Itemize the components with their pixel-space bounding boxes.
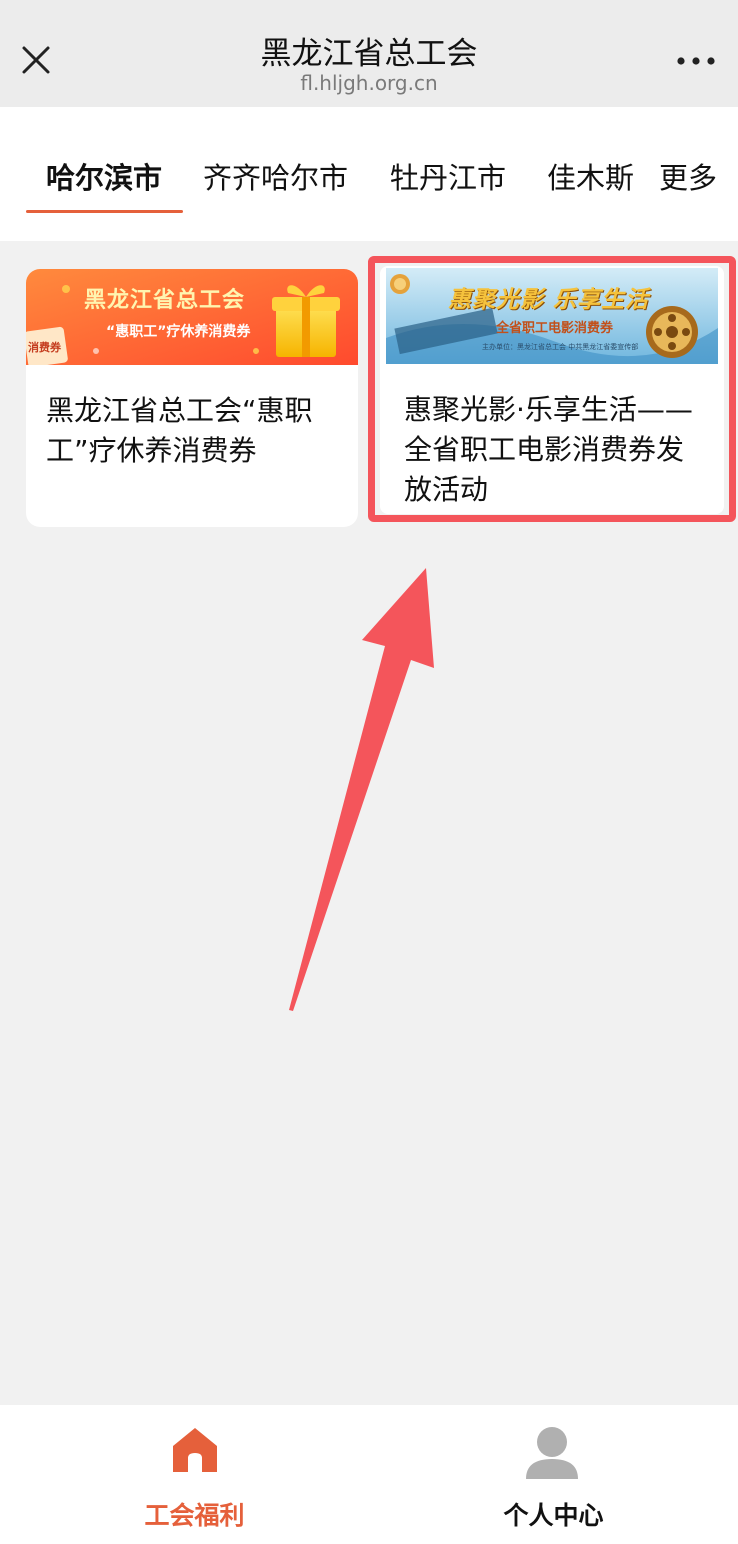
- card-banner-image: 惠聚光影 乐享生活 全省职工电影消费券 主办单位：黑龙江省总工会 中共黑龙江省委…: [386, 268, 718, 364]
- page-url: fl.hljgh.org.cn: [300, 71, 438, 95]
- card-banner-image: 黑龙江省总工会 “惠职工”疗休养消费券 消费券: [26, 269, 358, 365]
- tab-more[interactable]: 更多: [659, 155, 717, 197]
- page-title: 黑龙江省总工会: [260, 36, 478, 72]
- nav-home-label: 工会福利: [144, 1501, 245, 1530]
- banner-subtitle: “惠职工”疗休养消费券: [106, 324, 251, 340]
- more-button[interactable]: [676, 46, 716, 76]
- active-tab-indicator: [26, 210, 183, 213]
- nav-profile-label: 个人中心: [503, 1501, 604, 1530]
- card-title: 惠聚光影·乐享生活——全省职工电影消费券发放活动: [404, 393, 693, 506]
- city-tabs: 哈尔滨市 齐齐哈尔市 牡丹江市 佳木斯 更多: [0, 107, 738, 241]
- user-avatar-icon: [525, 1427, 578, 1479]
- tab-qiqihar[interactable]: 齐齐哈尔市: [203, 155, 348, 197]
- benefit-card-movie-voucher[interactable]: 惠聚光影 乐享生活 全省职工电影消费券 主办单位：黑龙江省总工会 中共黑龙江省委…: [380, 266, 724, 514]
- tab-jiamusi[interactable]: 佳木斯: [547, 155, 633, 197]
- benefit-card-spa-voucher[interactable]: 黑龙江省总工会 “惠职工”疗休养消费券 消费券 黑龙江省总工会“惠职工”疗休养消…: [26, 269, 358, 527]
- card-title: 黑龙江省总工会“惠职工”疗休养消费券: [46, 394, 313, 467]
- nav-home[interactable]: 工会福利: [0, 1405, 369, 1544]
- tab-mudanjiang[interactable]: 牡丹江市: [390, 155, 506, 197]
- banner-title: 黑龙江省总工会: [84, 288, 246, 313]
- home-icon: [172, 1428, 217, 1472]
- banner-tag: 消费券: [28, 341, 61, 354]
- bottom-nav: 工会福利 个人中心: [0, 1405, 738, 1544]
- tab-harbin[interactable]: 哈尔滨市: [46, 155, 162, 197]
- top-bar: 黑龙江省总工会 fl.hljgh.org.cn: [0, 0, 738, 107]
- banner-subtitle: 全省职工电影消费券: [496, 321, 614, 336]
- banner-title: 惠聚光影 乐享生活: [448, 287, 650, 313]
- banner-note: 主办单位：黑龙江省总工会 中共黑龙江省委宣传部: [482, 343, 639, 351]
- nav-profile[interactable]: 个人中心: [369, 1405, 738, 1544]
- more-dots-icon: [677, 57, 715, 65]
